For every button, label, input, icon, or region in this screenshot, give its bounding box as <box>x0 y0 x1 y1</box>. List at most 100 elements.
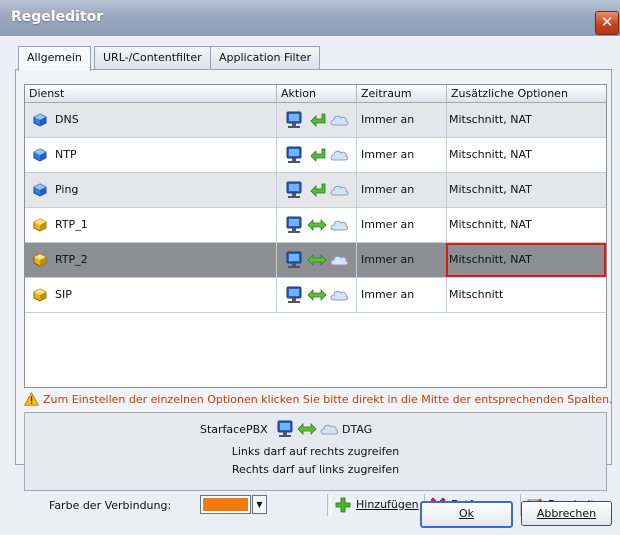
computer-icon <box>286 286 302 303</box>
zeitraum-cell[interactable]: Immer an <box>361 243 414 277</box>
zeitraum-cell[interactable]: Immer an <box>361 173 414 207</box>
cloud-icon <box>330 255 349 266</box>
warning-icon <box>24 392 39 406</box>
column-divider <box>356 138 357 172</box>
cancel-button-label: Abbrechen <box>536 507 597 520</box>
column-divider <box>356 173 357 207</box>
options-cell[interactable]: Mitschnitt, NAT <box>449 138 532 172</box>
blue-cube-icon <box>33 148 47 162</box>
bottom-toolbar: Farbe der Verbindung: ▼ Hinzufügen Entfe… <box>24 493 608 519</box>
window-title: Regeleditor <box>11 9 104 25</box>
double-arrow-icon <box>297 423 317 435</box>
table-row[interactable]: RTP_1 Immer an Mitschnitt, NAT <box>25 208 606 243</box>
cloud-icon <box>330 290 349 301</box>
tab-application-filter[interactable]: Application Filter <box>210 46 321 69</box>
column-divider <box>276 103 277 137</box>
color-swatch <box>203 498 248 511</box>
rules-table: Dienst Aktion Zeitraum Zusätzliche Optio… <box>24 84 607 388</box>
blue-cube-icon <box>33 183 47 197</box>
ok-button[interactable]: Ok <box>420 501 513 528</box>
service-name: Ping <box>55 183 79 196</box>
cloud-icon <box>330 115 349 126</box>
tab-pane-allgemein: Dienst Aktion Zeitraum Zusätzliche Optio… <box>15 69 613 516</box>
service-name: RTP_1 <box>55 218 88 231</box>
table-row[interactable]: Ping Immer an Mitschnitt, NAT <box>25 173 606 208</box>
column-divider <box>356 103 357 137</box>
options-cell[interactable]: Mitschnitt, NAT <box>449 208 532 242</box>
computer-icon <box>286 146 302 163</box>
tab-url-contentfilter[interactable]: URL-/Contentfilter <box>94 46 211 69</box>
yellow-cube-icon <box>33 288 47 302</box>
options-cell[interactable]: Mitschnitt, NAT <box>449 173 532 207</box>
column-divider <box>276 173 277 207</box>
left-arrow-icon <box>310 148 326 162</box>
double-arrow-icon <box>307 289 327 301</box>
computer-icon <box>286 216 302 233</box>
table-row[interactable]: DNS Immer an Mitschnitt, NAT <box>25 103 606 138</box>
connection-left-label: StarfacePBX <box>200 423 268 436</box>
column-header-dienst[interactable]: Dienst <box>25 85 276 102</box>
column-header-zeitraum[interactable]: Zeitraum <box>356 85 446 102</box>
computer-icon <box>286 181 302 198</box>
left-arrow-icon <box>310 113 326 127</box>
cloud-icon <box>330 220 349 231</box>
zeitraum-cell[interactable]: Immer an <box>361 103 414 137</box>
color-dropdown-button[interactable]: ▼ <box>252 495 267 514</box>
blue-cube-icon <box>33 113 47 127</box>
connection-panel: StarfacePBX DTAG Links darf auf rechts z… <box>24 412 607 491</box>
title-bar[interactable]: Regeleditor ✕ <box>0 0 620 36</box>
options-cell[interactable]: Mitschnitt, NAT <box>449 103 532 137</box>
zeitraum-cell[interactable]: Immer an <box>361 138 414 172</box>
column-header-optionen[interactable]: Zusätzliche Optionen <box>446 85 606 102</box>
table-row[interactable]: NTP Immer an Mitschnitt, NAT <box>25 138 606 173</box>
cancel-button[interactable]: Abbrechen <box>521 501 612 526</box>
computer-icon <box>286 251 302 268</box>
hint-bar: Zum Einstellen der einzelnen Optionen kl… <box>24 391 613 409</box>
double-arrow-icon <box>307 219 327 231</box>
double-arrow-icon <box>307 254 327 266</box>
connection-rule-left-to-right: Links darf auf rechts zugreifen <box>231 445 400 458</box>
options-cell[interactable]: Mitschnitt <box>449 278 503 312</box>
table-header: Dienst Aktion Zeitraum Zusätzliche Optio… <box>25 85 606 103</box>
cloud-icon <box>330 185 349 196</box>
column-divider <box>356 243 357 277</box>
column-divider <box>276 278 277 312</box>
column-divider <box>446 278 447 312</box>
column-divider <box>276 208 277 242</box>
zeitraum-cell[interactable]: Immer an <box>361 278 414 312</box>
table-row[interactable]: SIP Immer an Mitschnitt <box>25 278 606 313</box>
add-button-label: Hinzufügen <box>356 498 419 511</box>
computer-icon <box>277 420 293 437</box>
column-divider <box>446 208 447 242</box>
column-divider <box>356 278 357 312</box>
column-divider <box>446 173 447 207</box>
plus-icon <box>335 497 351 513</box>
color-picker[interactable] <box>200 495 251 514</box>
cloud-icon <box>320 424 339 435</box>
color-label: Farbe der Verbindung: <box>49 499 172 512</box>
service-name: DNS <box>55 113 79 126</box>
column-divider <box>446 138 447 172</box>
column-header-aktion[interactable]: Aktion <box>276 85 356 102</box>
regeleditor-window: Regeleditor ✕ Allgemein URL-/Contentfilt… <box>0 0 620 535</box>
service-name: SIP <box>55 288 72 301</box>
computer-icon <box>286 111 302 128</box>
service-name: NTP <box>55 148 77 161</box>
close-button[interactable]: ✕ <box>595 11 619 35</box>
cloud-icon <box>330 150 349 161</box>
column-divider <box>446 103 447 137</box>
connection-rule-right-to-left: Rechts darf auf links zugreifen <box>231 463 400 476</box>
column-divider <box>276 138 277 172</box>
table-row[interactable]: RTP_2 Immer an Mitschnitt, NAT <box>25 243 606 278</box>
options-cell-highlight <box>446 243 606 277</box>
zeitraum-cell[interactable]: Immer an <box>361 208 414 242</box>
yellow-cube-icon <box>33 218 47 232</box>
connection-right-label: DTAG <box>342 423 373 436</box>
yellow-cube-icon <box>33 253 47 267</box>
ok-button-label: Ok <box>458 507 475 520</box>
tab-allgemein[interactable]: Allgemein <box>18 46 91 71</box>
column-divider <box>276 243 277 277</box>
hint-text: Zum Einstellen der einzelnen Optionen kl… <box>43 393 613 406</box>
service-name: RTP_2 <box>55 253 88 266</box>
column-divider <box>356 208 357 242</box>
